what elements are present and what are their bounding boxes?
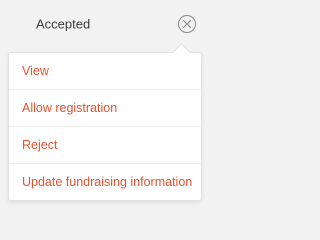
actions-menu: View Allow registration Reject Update fu… [8,52,202,201]
close-button[interactable] [178,15,196,33]
menu-item-view[interactable]: View [9,53,201,89]
menu-item-update-fundraising-information[interactable]: Update fundraising information [9,163,201,200]
close-icon [183,20,191,28]
menu-item-reject[interactable]: Reject [9,126,201,163]
menu-item-allow-registration[interactable]: Allow registration [9,89,201,126]
status-row: Accepted [0,0,211,48]
status-label: Accepted [36,16,91,32]
